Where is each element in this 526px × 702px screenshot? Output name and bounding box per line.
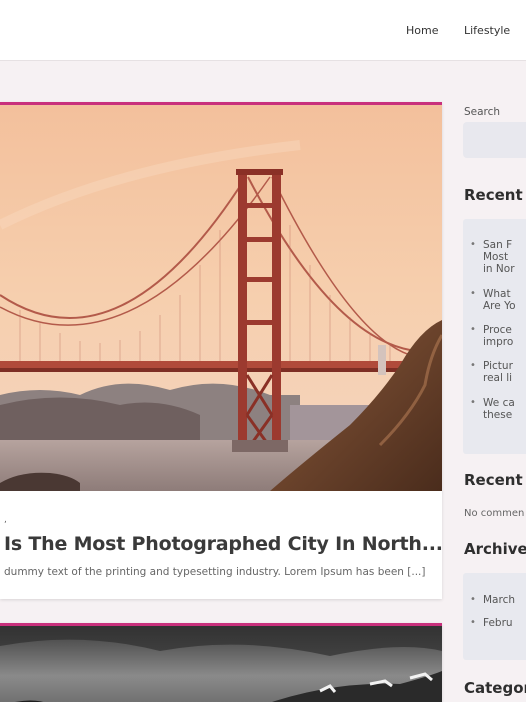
recent-post-link[interactable]: Pictur real li [470, 360, 513, 384]
recent-posts-widget: San F Most in Nor What Are Yo Proce impr… [463, 219, 526, 454]
post-meta: , [4, 515, 7, 525]
recent-post-link[interactable]: Proce impro [470, 324, 513, 348]
recent-post-link[interactable]: We ca these [470, 397, 515, 421]
archive-link[interactable]: March [470, 594, 515, 606]
nav-link-home[interactable]: Home [406, 24, 438, 37]
archive-link[interactable]: Febru [470, 617, 512, 629]
post-title[interactable]: Is The Most Photographed City In North..… [4, 533, 443, 555]
post-card: , Is The Most Photographed City In North… [0, 102, 443, 599]
nav-link-lifestyle[interactable]: Lifestyle [464, 24, 510, 37]
post-featured-image[interactable] [0, 626, 442, 702]
recent-posts-title: Recent Po [464, 186, 526, 204]
top-nav-bar: Home Lifestyle [0, 0, 526, 61]
archives-widget: March Febru [463, 573, 526, 660]
post-excerpt: dummy text of the printing and typesetti… [4, 566, 426, 578]
search-input[interactable] [463, 122, 526, 158]
archives-title: Archives [464, 540, 526, 558]
mountain-storm-photo [0, 626, 442, 702]
post-featured-image[interactable] [0, 105, 442, 491]
recent-post-link[interactable]: What Are Yo [470, 288, 515, 312]
recent-post-link[interactable]: San F Most in Nor [470, 239, 514, 275]
categories-title: Categorie [464, 679, 526, 697]
post-card [0, 623, 442, 702]
search-label: Search [464, 106, 501, 118]
no-comments-text: No commen [464, 508, 525, 519]
recent-comments-title: Recent Co [464, 471, 526, 489]
golden-gate-bridge-photo [0, 105, 442, 491]
